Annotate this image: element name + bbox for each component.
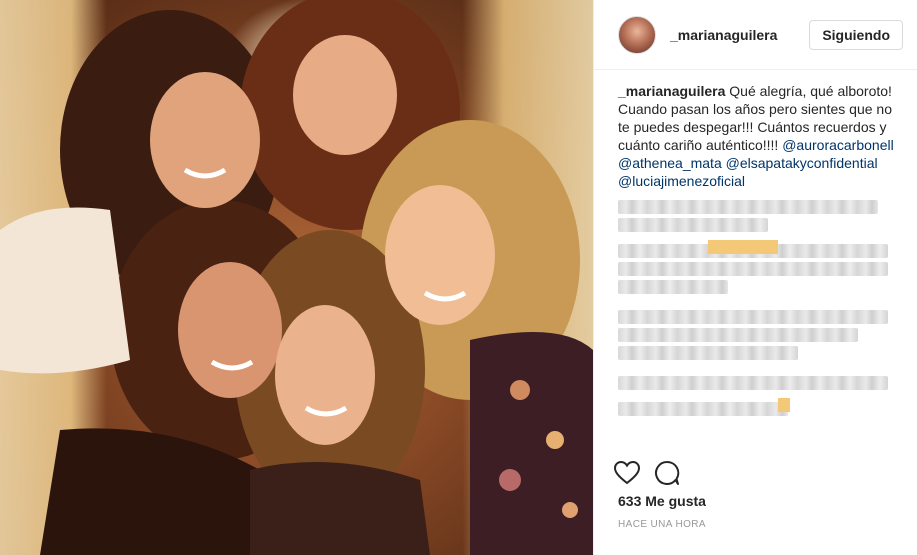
comment-icon[interactable]	[652, 458, 682, 488]
blurred-comment	[618, 394, 903, 416]
blurred-comment	[618, 200, 878, 214]
caption: _marianaguilera Qué alegría, qué alborot…	[618, 82, 903, 190]
blurred-comment	[618, 236, 903, 258]
following-button[interactable]: Siguiendo	[809, 19, 903, 50]
post-actions	[612, 458, 682, 488]
blurred-comment	[618, 280, 728, 294]
blurred-comments	[618, 200, 903, 416]
blurred-comment	[618, 376, 888, 390]
mention-link[interactable]: @auroracarbonell	[782, 137, 894, 153]
instagram-post: _marianaguilera Siguiendo _marianaguiler…	[0, 0, 917, 555]
photo-people	[0, 0, 593, 555]
mention-link[interactable]: @elsapatakyconfidential	[726, 155, 878, 171]
blurred-comment	[618, 328, 858, 342]
avatar[interactable]	[618, 15, 656, 54]
post-photo[interactable]	[0, 0, 593, 555]
blurred-comment	[618, 262, 888, 276]
caption-username[interactable]: _marianaguilera	[618, 83, 725, 99]
mention-link[interactable]: @luciajimenezoficial	[618, 173, 745, 189]
header-username[interactable]: _marianaguilera	[670, 27, 809, 43]
post-header: _marianaguilera Siguiendo	[594, 0, 917, 70]
post-timestamp[interactable]: HACE UNA HORA	[618, 519, 706, 530]
comments-section: _marianaguilera Qué alegría, qué alborot…	[618, 82, 903, 416]
post-sidebar: _marianaguilera Siguiendo _marianaguiler…	[593, 0, 917, 555]
mention-link[interactable]: @athenea_mata	[618, 155, 722, 171]
likes-count[interactable]: 633 Me gusta	[618, 493, 706, 509]
blurred-comment	[618, 310, 888, 324]
blurred-comment	[618, 218, 768, 232]
heart-icon[interactable]	[612, 458, 642, 488]
blurred-comment	[618, 346, 798, 360]
